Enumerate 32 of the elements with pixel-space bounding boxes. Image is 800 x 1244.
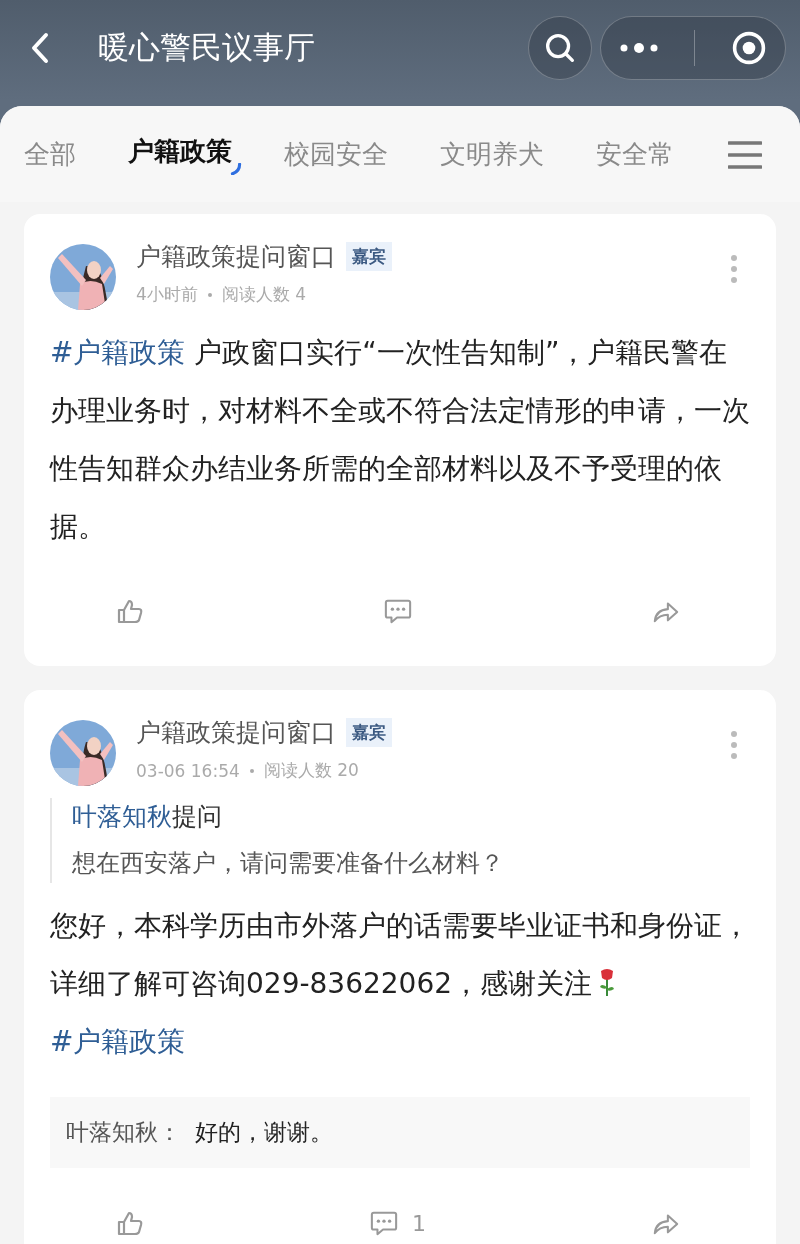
- separator-dot: [207, 292, 212, 297]
- category-tab[interactable]: 户籍政策: [128, 133, 242, 175]
- page-title: 暖心警民议事厅: [98, 28, 315, 67]
- post-text: 您好，本科学历由市外落户的话需要毕业证书和身份证，详细了解可咨询029-83622062，感谢关注 #户籍政策: [50, 908, 750, 1060]
- author-name[interactable]: 户籍政策提问窗口: [136, 716, 336, 749]
- back-icon[interactable]: [30, 32, 50, 64]
- commenter-name[interactable]: 叶落知秋：: [66, 1117, 181, 1148]
- more-options-icon[interactable]: [730, 730, 738, 760]
- asker-name[interactable]: 叶落知秋: [72, 800, 172, 833]
- question-label: 提问: [172, 801, 222, 833]
- menu-icon[interactable]: [728, 140, 762, 170]
- more-options-icon[interactable]: [730, 254, 738, 284]
- post-time: 03-06 16:54: [136, 760, 240, 781]
- separator-dot: [249, 768, 254, 773]
- thumbs-up-icon[interactable]: [116, 1209, 144, 1237]
- comment-button[interactable]: [384, 597, 412, 625]
- read-count: 阅读人数 4: [221, 283, 307, 306]
- tab-indicator-icon: [230, 162, 242, 175]
- close-target-icon[interactable]: [731, 30, 768, 66]
- author-name[interactable]: 户籍政策提问窗口: [136, 240, 336, 273]
- post-time: 4小时前: [136, 283, 198, 306]
- question-text: 想在西安落户，请问需要准备什么材料？: [72, 848, 505, 879]
- more-icon[interactable]: [618, 41, 659, 55]
- read-count: 阅读人数 20: [263, 759, 359, 782]
- hashtag-link[interactable]: #户籍政策: [50, 1025, 186, 1058]
- guest-badge: 嘉宾: [346, 718, 392, 747]
- thumbs-up-icon[interactable]: [116, 597, 144, 625]
- comment-icon[interactable]: [370, 1209, 398, 1237]
- comment-text: 好的，谢谢。: [195, 1118, 333, 1147]
- hashtag-link[interactable]: #户籍政策: [50, 336, 186, 369]
- post-text: #户籍政策 户政窗口实行“一次性告知制”，户籍民警在办理业务时，对材料不全或不符合法定情形的申请，一次性告知群众办结业务所需的全部材料以及不予受理的依据。: [50, 335, 750, 545]
- guest-badge: 嘉宾: [346, 242, 392, 271]
